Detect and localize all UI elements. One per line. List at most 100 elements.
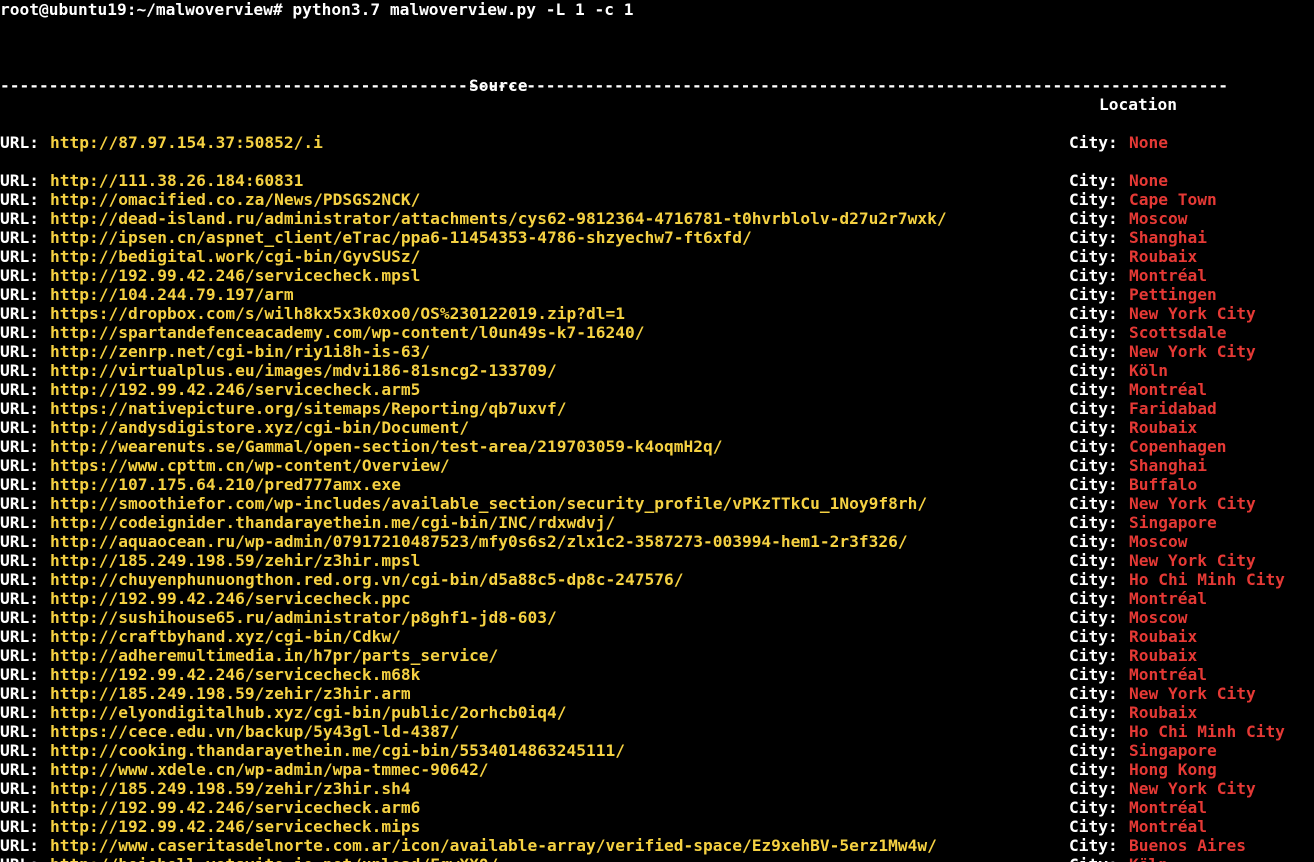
city-value: New York City bbox=[1129, 494, 1256, 513]
url-value[interactable]: http://87.97.154.37:50852/.i bbox=[50, 133, 323, 152]
url-label: URL: bbox=[0, 190, 39, 209]
city-value: Scottsdale bbox=[1129, 323, 1227, 342]
url-value[interactable]: http://elyondigitalhub.xyz/cgi-bin/publi… bbox=[50, 703, 567, 722]
url-value[interactable]: https://www.cpttm.cn/wp-content/Overview… bbox=[50, 456, 450, 475]
url-value[interactable]: http://craftbyhand.xyz/cgi-bin/Cdkw/ bbox=[50, 627, 401, 646]
url-value[interactable]: http://192.99.42.246/servicecheck.mpsl bbox=[50, 266, 420, 285]
city-value: Roubaix bbox=[1129, 703, 1198, 722]
url-label: URL: bbox=[0, 494, 39, 513]
url-value[interactable]: http://virtualplus.eu/images/mdvi186-81s… bbox=[50, 361, 557, 380]
table-row: URL: http://192.99.42.246/servicecheck.mi… bbox=[0, 817, 1314, 836]
city-value: Cape Town bbox=[1129, 190, 1217, 209]
url-value[interactable]: http://185.249.198.59/zehir/z3hir.sh4 bbox=[50, 779, 411, 798]
url-value[interactable]: http://bedigital.work/cgi-bin/GyvSUSz/ bbox=[50, 247, 420, 266]
url-label: URL: bbox=[0, 817, 39, 836]
url-value[interactable]: http://185.249.198.59/zehir/z3hir.arm bbox=[50, 684, 411, 703]
url-value[interactable]: http://dead-island.ru/administrator/atta… bbox=[50, 209, 947, 228]
url-value[interactable]: http://www.xdele.cn/wp-admin/wpa-tmmec-9… bbox=[50, 760, 489, 779]
url-label: URL: bbox=[0, 133, 39, 152]
url-label: URL: bbox=[0, 760, 39, 779]
url-value[interactable]: http://192.99.42.246/servicecheck.ppc bbox=[50, 589, 411, 608]
url-value[interactable]: http://107.175.64.210/pred777amx.exe bbox=[50, 475, 401, 494]
url-label: URL: bbox=[0, 323, 39, 342]
url-value[interactable]: http://spartandefenceacademy.com/wp-cont… bbox=[50, 323, 645, 342]
url-label: URL: bbox=[0, 627, 39, 646]
city-value: Roubaix bbox=[1129, 247, 1198, 266]
url-label: URL: bbox=[0, 570, 39, 589]
url-value[interactable]: http://104.244.79.197/arm bbox=[50, 285, 294, 304]
city-value: New York City bbox=[1129, 304, 1256, 323]
url-value[interactable]: http://omacified.co.za/News/PDSGS2NCK/ bbox=[50, 190, 420, 209]
url-value[interactable]: http://192.99.42.246/servicecheck.arm6 bbox=[50, 798, 420, 817]
city-value: Montréal bbox=[1129, 798, 1207, 817]
url-value[interactable]: http://111.38.26.184:60831 bbox=[50, 171, 303, 190]
table-row: URL: http://wearenuts.se/Gammal/open-sect… bbox=[0, 437, 1314, 456]
city-value: Köln bbox=[1129, 855, 1168, 862]
city-label: City: bbox=[1069, 684, 1118, 703]
url-label: URL: bbox=[0, 456, 39, 475]
url-label: URL: bbox=[0, 589, 39, 608]
url-value[interactable]: http://wearenuts.se/Gammal/open-section/… bbox=[50, 437, 722, 456]
url-value[interactable]: http://sushihouse65.ru/administrator/p8g… bbox=[50, 608, 557, 627]
command-prompt-line: root@ubuntu19:~/malwoverview# python3.7 … bbox=[0, 0, 634, 19]
city-label: City: bbox=[1069, 608, 1118, 627]
url-label: URL: bbox=[0, 608, 39, 627]
url-label: URL: bbox=[0, 361, 39, 380]
city-label: City: bbox=[1069, 304, 1118, 323]
url-value[interactable]: http://zenrp.net/cgi-bin/riy1i8h-is-63/ bbox=[50, 342, 430, 361]
city-label: City: bbox=[1069, 133, 1118, 152]
url-label: URL: bbox=[0, 551, 39, 570]
city-value: Ho Chi Minh City bbox=[1129, 570, 1285, 589]
url-label: URL: bbox=[0, 266, 39, 285]
url-value[interactable]: http://192.99.42.246/servicecheck.m68k bbox=[50, 665, 420, 684]
city-label: City: bbox=[1069, 437, 1118, 456]
table-row: URL: http://elyondigitalhub.xyz/cgi-bin/p… bbox=[0, 703, 1314, 722]
url-value[interactable]: http://192.99.42.246/servicecheck.mips bbox=[50, 817, 420, 836]
url-value[interactable]: http://185.249.198.59/zehir/z3hir.mpsl bbox=[50, 551, 420, 570]
url-label: URL: bbox=[0, 684, 39, 703]
city-label: City: bbox=[1069, 418, 1118, 437]
city-value: Roubaix bbox=[1129, 418, 1198, 437]
table-row: URL: http://aquaocean.ru/wp-admin/0791721… bbox=[0, 532, 1314, 551]
table-row: URL: http://192.99.42.246/servicecheck.ar… bbox=[0, 798, 1314, 817]
url-value[interactable]: http://adheremultimedia.in/h7pr/parts_se… bbox=[50, 646, 498, 665]
city-value: Shanghai bbox=[1129, 228, 1207, 247]
city-label: City: bbox=[1069, 703, 1118, 722]
table-row: URL: http://dead-island.ru/administrator/… bbox=[0, 209, 1314, 228]
url-label: URL: bbox=[0, 646, 39, 665]
url-value[interactable]: http://ipsen.cn/aspnet_client/eTrac/ppa6… bbox=[50, 228, 752, 247]
url-value[interactable]: http://chuyenphunuongthon.red.org.vn/cgi… bbox=[50, 570, 683, 589]
url-label: URL: bbox=[0, 836, 39, 855]
url-value[interactable]: http://codeignider.thandarayethein.me/cg… bbox=[50, 513, 615, 532]
url-value[interactable]: http://cooking.thandarayethein.me/cgi-bi… bbox=[50, 741, 625, 760]
url-value[interactable]: https://dropbox.com/s/wilh8kx5x3k0xo0/OS… bbox=[50, 304, 625, 323]
url-value[interactable]: http://192.99.42.246/servicecheck.arm5 bbox=[50, 380, 420, 399]
city-label: City: bbox=[1069, 494, 1118, 513]
city-label: City: bbox=[1069, 361, 1118, 380]
city-label: City: bbox=[1069, 285, 1118, 304]
url-label: URL: bbox=[0, 532, 39, 551]
terminal-window[interactable]: root@ubuntu19:~/malwoverview# python3.7 … bbox=[0, 0, 1314, 862]
city-label: City: bbox=[1069, 798, 1118, 817]
url-value[interactable]: http://www.caseritasdelnorte.com.ar/icon… bbox=[50, 836, 937, 855]
city-value: Buenos Aires bbox=[1129, 836, 1246, 855]
city-label: City: bbox=[1069, 399, 1118, 418]
url-value[interactable]: https://nativepicture.org/sitemaps/Repor… bbox=[50, 399, 567, 418]
url-value[interactable]: http://heisbell.yetsvite.io.net/upload/F… bbox=[50, 855, 498, 862]
city-value: Montréal bbox=[1129, 380, 1207, 399]
url-value[interactable]: http://andysdigistore.xyz/cgi-bin/Docume… bbox=[50, 418, 469, 437]
city-label: City: bbox=[1069, 570, 1118, 589]
table-row: URL: http://ipsen.cn/aspnet_client/eTrac/… bbox=[0, 228, 1314, 247]
url-value[interactable]: https://cece.edu.vn/backup/5y43gl-ld-438… bbox=[50, 722, 459, 741]
city-value: Montréal bbox=[1129, 817, 1207, 836]
table-row: URL: https://www.cpttm.cn/wp-content/Over… bbox=[0, 456, 1314, 475]
url-label: URL: bbox=[0, 285, 39, 304]
table-row: URL: http://104.244.79.197/arm City: Pettin… bbox=[0, 285, 1314, 304]
city-label: City: bbox=[1069, 665, 1118, 684]
url-value[interactable]: http://aquaocean.ru/wp-admin/07917210487… bbox=[50, 532, 908, 551]
url-value[interactable]: http://smoothiefor.com/wp-includes/avail… bbox=[50, 494, 927, 513]
table-row: URL: http://sushihouse65.ru/administrator… bbox=[0, 608, 1314, 627]
url-label: URL: bbox=[0, 779, 39, 798]
table-row: URL: http://smoothiefor.com/wp-includes/a… bbox=[0, 494, 1314, 513]
city-label: City: bbox=[1069, 855, 1118, 862]
